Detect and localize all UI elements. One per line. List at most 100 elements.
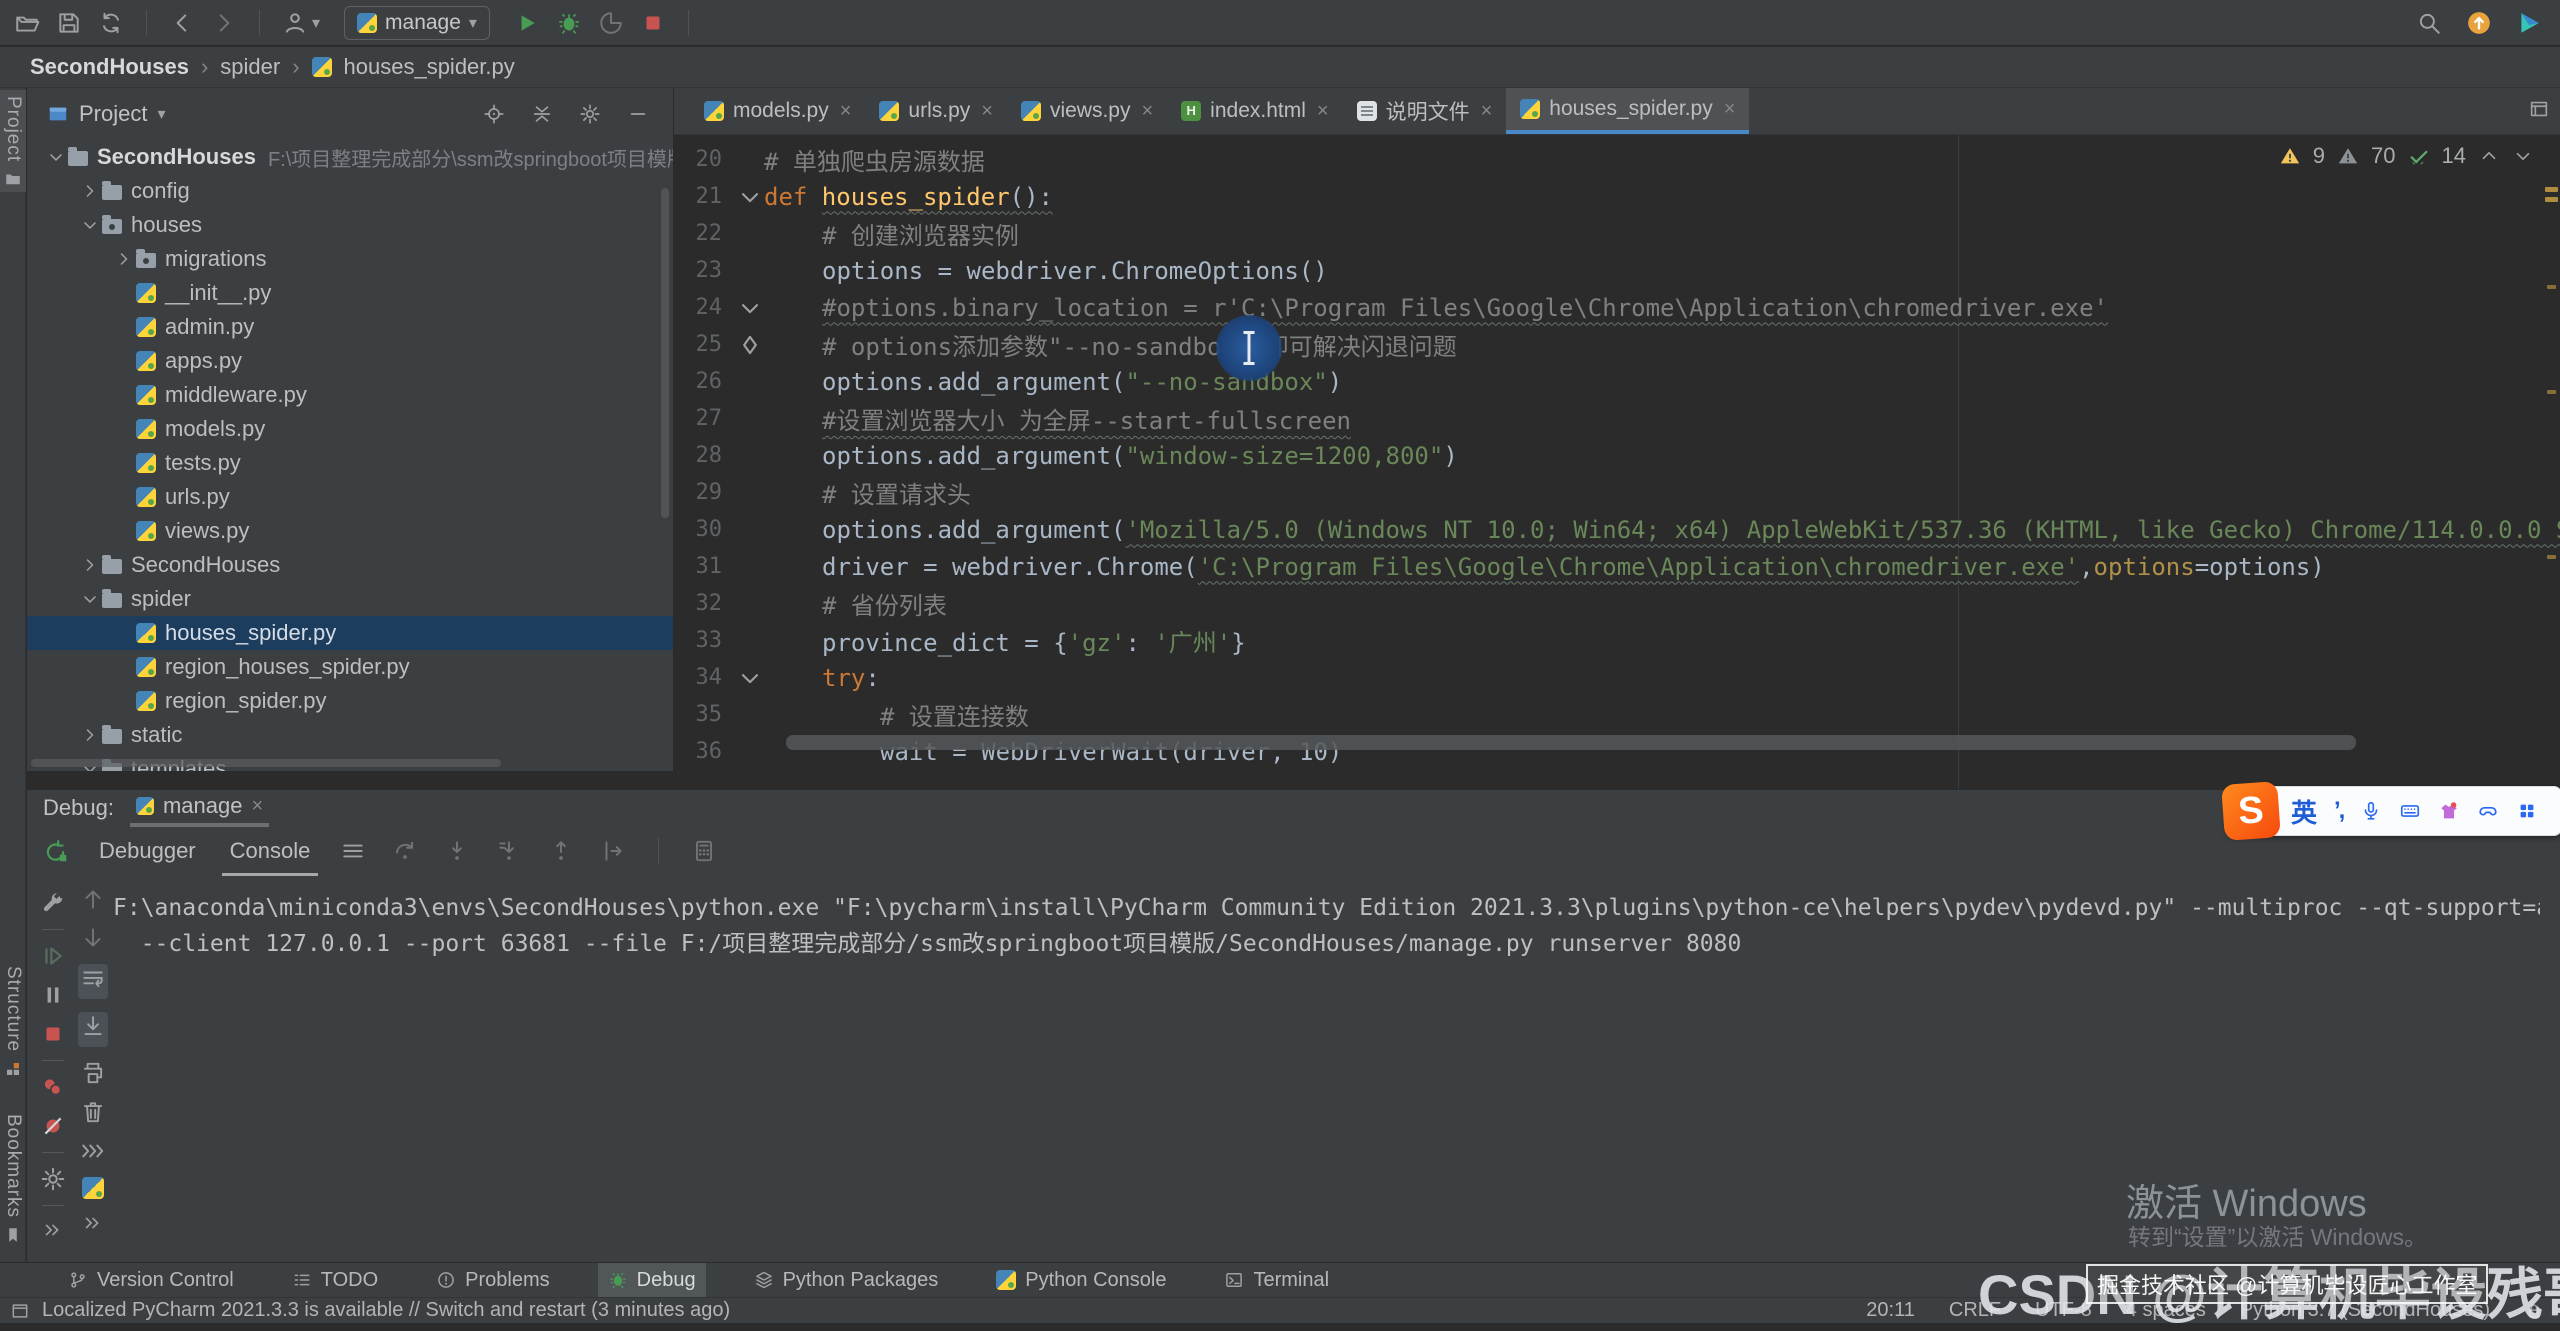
line-number[interactable]: 26 (674, 369, 736, 394)
close-icon[interactable]: × (1724, 98, 1736, 121)
settings-wrench-icon[interactable] (40, 890, 66, 916)
ime-language-toggle[interactable]: 英 (2291, 793, 2317, 830)
run-to-cursor-icon[interactable] (600, 838, 626, 864)
tree-item-SecondHouses[interactable]: SecondHousesF:\项目整理完成部分\ssm改springboot项目… (27, 140, 673, 174)
chevron-down-icon[interactable] (78, 215, 102, 235)
debug-button[interactable] (556, 10, 582, 36)
tree-item-apps.py[interactable]: apps.py (27, 344, 673, 378)
up-stack-icon[interactable] (80, 886, 106, 912)
code-line[interactable]: 20# 单独爬虫房源数据 (674, 141, 2560, 178)
tree-vertical-scrollbar[interactable] (661, 188, 669, 518)
python-packages-icon[interactable] (82, 1177, 104, 1199)
tree-item-region_spider.py[interactable]: region_spider.py (27, 684, 673, 718)
resume-program-icon[interactable] (40, 943, 66, 969)
close-icon[interactable]: × (1317, 100, 1329, 123)
sync-icon[interactable] (98, 10, 124, 36)
toolwindow-button-problems[interactable]: Problems (426, 1263, 559, 1298)
step-out-icon[interactable] (548, 838, 574, 864)
run-with-coverage-icon[interactable] (598, 10, 624, 36)
caret-position[interactable]: 20:11 (1866, 1299, 1915, 1322)
sogou-logo-icon[interactable]: S (2221, 781, 2281, 841)
line-number[interactable]: 35 (674, 702, 736, 727)
tree-item-SecondHouses[interactable]: SecondHouses (27, 548, 673, 582)
tab-console[interactable]: Console (226, 832, 315, 870)
toolwindow-button-debug[interactable]: Debug (598, 1263, 706, 1298)
step-into-icon[interactable] (444, 838, 470, 864)
code-line[interactable]: 22# 创建浏览器实例 (674, 215, 2560, 252)
code-line[interactable]: 28options.add_argument("window-size=1200… (674, 437, 2560, 474)
tab-debugger[interactable]: Debugger (95, 832, 200, 870)
toolwindow-button-version-control[interactable]: Version Control (58, 1263, 244, 1298)
code-line[interactable]: 35# 设置连接数 (674, 696, 2560, 733)
chevron-right-icon[interactable] (112, 249, 136, 269)
stop-icon[interactable] (40, 1021, 66, 1047)
more-actions-icon[interactable] (42, 1219, 64, 1241)
close-icon[interactable]: × (840, 100, 852, 123)
line-number[interactable]: 24 (674, 295, 736, 320)
tree-item-migrations[interactable]: migrations (27, 242, 673, 276)
tree-item-static[interactable]: static (27, 718, 673, 752)
update-available-icon[interactable] (2466, 10, 2492, 36)
more-actions-icon[interactable] (82, 1212, 104, 1234)
pause-program-icon[interactable] (40, 982, 66, 1008)
forward-icon[interactable] (211, 10, 237, 36)
breadcrumb-item[interactable]: houses_spider.py (344, 54, 515, 80)
debug-session-tab[interactable]: manage × (130, 791, 269, 825)
tree-item-spider[interactable]: spider (27, 582, 673, 616)
line-number[interactable]: 32 (674, 591, 736, 616)
tree-horizontal-scrollbar[interactable] (31, 759, 501, 767)
toolwindow-button-python-console[interactable]: Python Console (986, 1263, 1176, 1298)
tree-item-middleware.py[interactable]: middleware.py (27, 378, 673, 412)
line-number[interactable]: 22 (674, 221, 736, 246)
toolwindow-button-terminal[interactable]: Terminal (1214, 1263, 1339, 1298)
print-icon[interactable] (80, 1060, 106, 1086)
tab-[interactable]: 说明文件× (1343, 88, 1507, 134)
hide-panel-icon[interactable] (627, 103, 649, 125)
chevron-down-icon[interactable]: ▾ (157, 104, 165, 124)
line-number[interactable]: 25 (674, 332, 736, 357)
status-message[interactable]: Localized PyCharm 2021.3.3 is available … (42, 1299, 730, 1322)
chevron-right-icon[interactable] (78, 181, 102, 201)
scroll-to-end-icon[interactable] (80, 1014, 106, 1040)
mute-breakpoints-icon[interactable] (40, 1113, 66, 1139)
tree-item-config[interactable]: config (27, 174, 673, 208)
run-configuration-select[interactable]: manage ▾ (344, 6, 490, 40)
stop-button[interactable] (640, 10, 666, 36)
close-icon[interactable]: × (981, 100, 993, 123)
code-line[interactable]: 32# 省份列表 (674, 585, 2560, 622)
tree-item-houses_spider.py[interactable]: houses_spider.py (27, 616, 673, 650)
line-number[interactable]: 33 (674, 628, 736, 653)
open-project-icon[interactable] (14, 10, 40, 36)
profile-menu[interactable]: ▾ (282, 10, 320, 36)
soft-wrap-icon[interactable] (80, 966, 106, 992)
tree-item-houses[interactable]: houses (27, 208, 673, 242)
code-line[interactable]: 27#设置浏览器大小 为全屏--start-fullscreen (674, 400, 2560, 437)
tab-views.py[interactable]: views.py× (1007, 88, 1167, 134)
step-over-icon[interactable] (392, 838, 418, 864)
close-icon[interactable]: × (1141, 100, 1153, 123)
search-everywhere-icon[interactable] (2416, 10, 2442, 36)
fold-marker-icon[interactable] (736, 664, 764, 692)
editor-tabs-options-icon[interactable] (2528, 98, 2550, 120)
back-icon[interactable] (169, 10, 195, 36)
line-number[interactable]: 36 (674, 739, 736, 764)
editor-horizontal-scrollbar[interactable] (786, 735, 2356, 750)
collapse-all-icon[interactable] (531, 103, 553, 125)
keyboard-icon[interactable] (2399, 800, 2421, 822)
toolwindow-button-python-packages[interactable]: Python Packages (744, 1263, 949, 1298)
select-opened-file-icon[interactable] (483, 103, 505, 125)
chevron-down-icon[interactable] (44, 147, 68, 167)
line-number[interactable]: 29 (674, 480, 736, 505)
layout-menu-icon[interactable] (340, 838, 366, 864)
line-number[interactable]: 28 (674, 443, 736, 468)
line-number[interactable]: 21 (674, 184, 736, 209)
prev-problem-icon[interactable] (2478, 145, 2500, 167)
project-panel-title[interactable]: Project (79, 101, 147, 127)
line-number[interactable]: 30 (674, 517, 736, 542)
run-button[interactable] (514, 10, 540, 36)
rerun-icon[interactable] (43, 838, 69, 864)
toolwindow-button-todo[interactable]: TODO (282, 1263, 388, 1298)
down-stack-icon[interactable] (80, 925, 106, 951)
next-problem-icon[interactable] (2512, 145, 2534, 167)
code-line[interactable]: 31driver = webdriver.Chrome('C:\Program … (674, 548, 2560, 585)
